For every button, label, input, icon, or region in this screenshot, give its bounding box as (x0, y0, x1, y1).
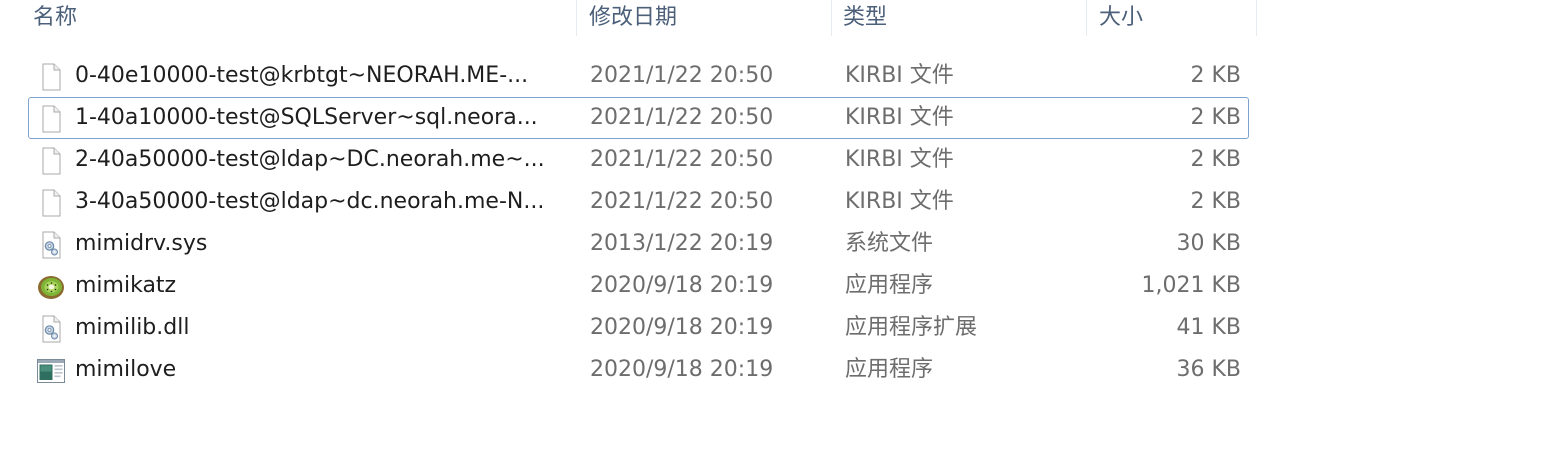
file-row[interactable]: 2-40a50000-test@ldap~DC.neorah.me~... 20… (28, 139, 1249, 181)
file-type: 系统文件 (845, 231, 934, 256)
file-date-modified: 2021/1/22 20:50 (590, 147, 774, 172)
file-size: 2 KB (1190, 63, 1241, 88)
file-date-modified: 2020/9/18 20:19 (590, 315, 774, 340)
file-type: KIRBI 文件 (845, 147, 954, 172)
column-header-name[interactable]: 名称 (0, 0, 577, 36)
file-name: 3-40a50000-test@ldap~dc.neorah.me-N... (75, 189, 545, 214)
file-row[interactable]: 0-40e10000-test@krbtgt~NEORAH.ME-... 202… (28, 55, 1249, 97)
column-header-bar: 名称 修改日期 类型 大小 (0, 0, 1568, 36)
column-header-date-modified[interactable]: 修改日期 (577, 0, 832, 36)
file-type: KIRBI 文件 (845, 63, 954, 88)
system-file-icon (42, 315, 61, 343)
column-header-type[interactable]: 类型 (832, 0, 1087, 36)
file-size: 1,021 KB (1141, 273, 1242, 298)
file-type: 应用程序 (845, 357, 934, 382)
system-file-icon (42, 231, 61, 259)
file-row[interactable]: mimilove 2020/9/18 20:19 应用程序 36 KB (28, 349, 1249, 391)
file-type: KIRBI 文件 (845, 105, 954, 130)
file-size: 41 KB (1176, 315, 1241, 340)
file-date-modified: 2013/1/22 20:19 (590, 231, 774, 256)
file-date-modified: 2021/1/22 20:50 (590, 189, 774, 214)
blank-file-icon (42, 147, 61, 175)
blank-file-icon (42, 189, 61, 217)
file-size: 2 KB (1190, 105, 1241, 130)
file-type: KIRBI 文件 (845, 189, 954, 214)
file-name: 0-40e10000-test@krbtgt~NEORAH.ME-... (75, 63, 529, 88)
file-row[interactable]: mimikatz 2020/9/18 20:19 应用程序 1,021 KB (28, 265, 1249, 307)
file-row[interactable]: 3-40a50000-test@ldap~dc.neorah.me-N... 2… (28, 181, 1249, 223)
file-row[interactable]: mimidrv.sys 2013/1/22 20:19 系统文件 30 KB (28, 223, 1249, 265)
file-type: 应用程序扩展 (845, 315, 978, 340)
file-type: 应用程序 (845, 273, 934, 298)
blank-file-icon (42, 105, 61, 133)
column-header-size-label: 大小 (1099, 5, 1144, 30)
column-divider[interactable] (1256, 0, 1257, 36)
file-size: 30 KB (1176, 231, 1241, 256)
file-date-modified: 2021/1/22 20:50 (590, 105, 774, 130)
column-header-name-label: 名称 (33, 5, 78, 30)
column-header-size[interactable]: 大小 (1087, 0, 1257, 36)
file-name: mimilove (75, 357, 177, 382)
file-size: 2 KB (1190, 147, 1241, 172)
file-name: 2-40a50000-test@ldap~DC.neorah.me~... (75, 147, 545, 172)
column-header-type-label: 类型 (843, 5, 888, 30)
file-explorer-list: 名称 修改日期 类型 大小 0-40e10000-test@krbtgt~NEO… (0, 0, 1568, 454)
file-row[interactable]: 1-40a10000-test@SQLServer~sql.neora... 2… (28, 97, 1249, 139)
blank-file-icon (42, 63, 61, 91)
application-window-icon (37, 359, 65, 383)
file-date-modified: 2021/1/22 20:50 (590, 63, 774, 88)
file-size: 36 KB (1176, 357, 1241, 382)
file-name: 1-40a10000-test@SQLServer~sql.neora... (75, 105, 538, 130)
file-row[interactable]: mimilib.dll 2020/9/18 20:19 应用程序扩展 41 KB (28, 307, 1249, 349)
file-size: 2 KB (1190, 189, 1241, 214)
file-date-modified: 2020/9/18 20:19 (590, 357, 774, 382)
column-header-date-label: 修改日期 (589, 5, 678, 30)
file-date-modified: 2020/9/18 20:19 (590, 273, 774, 298)
kiwi-app-icon (38, 276, 64, 299)
file-name: mimikatz (75, 273, 177, 298)
file-name: mimilib.dll (75, 315, 190, 340)
file-name: mimidrv.sys (75, 231, 208, 256)
